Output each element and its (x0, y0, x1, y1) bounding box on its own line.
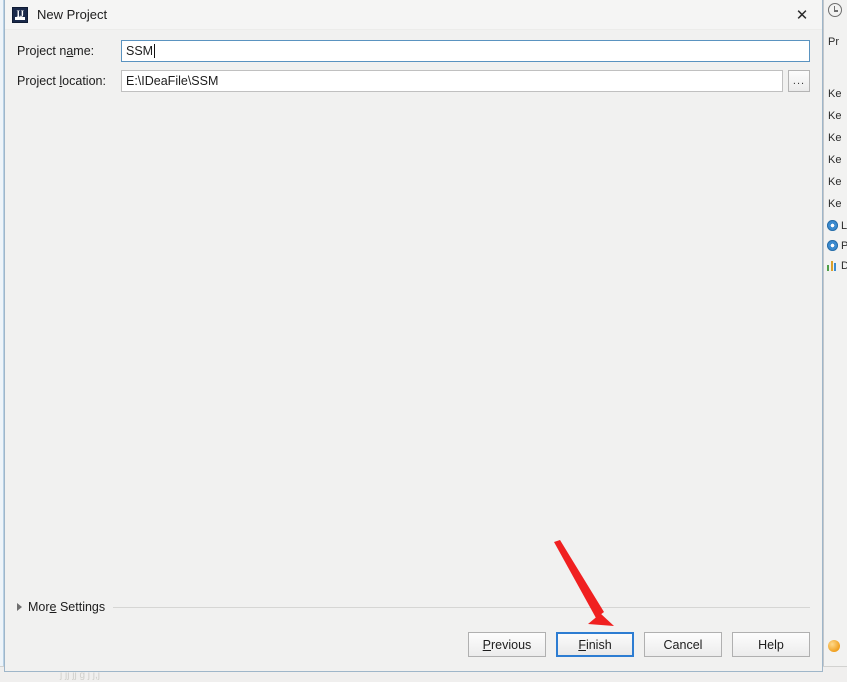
project-location-row: Project location: E:\IDeaFile\SSM ... (17, 70, 810, 92)
ide-panel-row[interactable]: Pr (828, 36, 839, 48)
cancel-button[interactable]: Cancel (644, 632, 722, 657)
project-name-label-suffix: me: (73, 44, 95, 58)
project-name-label: Project name: (17, 44, 121, 58)
ide-bar-chart-icon (827, 260, 838, 271)
ide-panel-row[interactable]: Ke (828, 88, 841, 100)
ide-panel-row[interactable]: L (841, 220, 847, 232)
project-location-input[interactable]: E:\IDeaFile\SSM (121, 70, 783, 92)
dialog-empty-area (5, 100, 822, 596)
intellij-idea-icon: IJ (12, 6, 28, 23)
ide-panel-row[interactable]: P (841, 240, 847, 252)
chevron-right-icon (17, 603, 22, 611)
help-button-label: Help (758, 637, 784, 652)
help-button[interactable]: Help (732, 632, 810, 657)
project-location-label-suffix: ocation: (62, 74, 106, 88)
dialog-title: New Project (37, 7, 108, 22)
project-location-label-prefix: Project (17, 74, 60, 88)
project-name-row: Project name: SSM (17, 40, 810, 62)
project-name-value: SSM (126, 44, 154, 58)
project-name-label-prefix: Project n (17, 44, 67, 58)
new-project-dialog: IJ New Project ✕ Project name: SSM Proje… (4, 0, 823, 672)
more-settings-row[interactable]: More Settings (5, 596, 822, 618)
ide-panel-row[interactable]: Ke (828, 110, 841, 122)
more-settings-label[interactable]: More Settings (28, 600, 105, 614)
browse-folder-button[interactable]: ... (788, 70, 810, 92)
dialog-button-bar: Previous Finish Cancel Help (5, 632, 822, 671)
ide-gear-icon (827, 220, 838, 231)
project-location-label: Project location: (17, 74, 121, 88)
more-settings-suffix: Settings (56, 600, 106, 614)
more-settings-separator (113, 606, 810, 608)
ide-panel-row[interactable]: Ke (828, 198, 841, 210)
ide-panel-row[interactable]: Ke (828, 154, 841, 166)
text-caret (154, 44, 156, 58)
finish-button[interactable]: Finish (556, 632, 634, 657)
dialog-titlebar: IJ New Project ✕ (5, 0, 822, 30)
cancel-button-label: Cancel (663, 637, 703, 652)
project-form: Project name: SSM Project location: E:\I… (5, 30, 822, 100)
ide-right-panel: PrKeKeKeKeKeKeLPD (823, 0, 847, 682)
ide-panel-row[interactable]: Ke (828, 176, 841, 188)
project-location-value: E:\IDeaFile\SSM (126, 74, 219, 88)
previous-button-suffix: revious (491, 637, 532, 652)
clock-icon (828, 3, 842, 17)
ide-gear-icon (827, 240, 838, 251)
close-icon[interactable]: ✕ (786, 2, 818, 28)
ide-panel-row[interactable]: Ke (828, 132, 841, 144)
project-name-input[interactable]: SSM (121, 40, 810, 62)
more-settings-prefix: Mor (28, 600, 50, 614)
ide-panel-row[interactable]: D (841, 260, 847, 272)
finish-button-mnemonic: F (578, 637, 586, 652)
previous-button[interactable]: Previous (468, 632, 546, 657)
orange-status-icon (828, 640, 840, 652)
previous-button-mnemonic: P (482, 637, 492, 652)
finish-button-suffix: inish (585, 637, 612, 652)
